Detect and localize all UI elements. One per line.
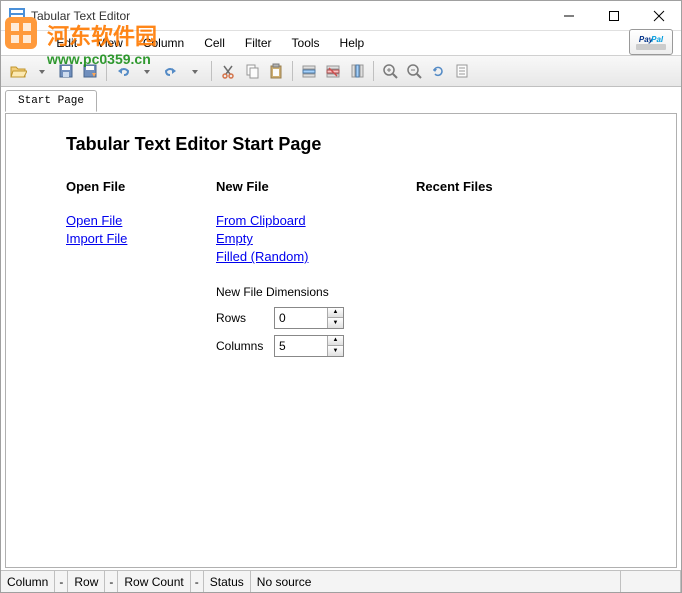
menu-help[interactable]: Help — [330, 33, 375, 53]
status-rowcount-label: Row Count — [118, 571, 190, 592]
cut-icon[interactable] — [217, 60, 239, 82]
empty-link[interactable]: Empty — [216, 230, 416, 248]
save-icon[interactable] — [55, 60, 77, 82]
menu-edit[interactable]: Edit — [46, 33, 87, 53]
filled-random-link[interactable]: Filled (Random) — [216, 248, 416, 266]
rows-spinner[interactable]: ▲ ▼ — [274, 307, 344, 329]
tab-strip: Start Page — [1, 87, 681, 111]
menubar: File Edit View Column Cell Filter Tools … — [1, 31, 681, 55]
rows-down-button[interactable]: ▼ — [328, 318, 343, 328]
window-controls — [546, 1, 681, 30]
undo-icon[interactable] — [112, 60, 134, 82]
zoom-in-icon[interactable] — [379, 60, 401, 82]
columns-label: Columns — [216, 339, 274, 353]
rows-label: Rows — [216, 311, 274, 325]
menu-file[interactable]: File — [7, 33, 46, 53]
app-icon — [9, 8, 25, 24]
toolbar — [1, 55, 681, 87]
open-file-section: Open File Open File Import File — [66, 179, 216, 363]
redo-icon[interactable] — [160, 60, 182, 82]
rows-input[interactable] — [275, 308, 327, 328]
paste-icon[interactable] — [265, 60, 287, 82]
open-file-link[interactable]: Open File — [66, 212, 216, 230]
columns-up-button[interactable]: ▲ — [328, 336, 343, 347]
statusbar: Column - Row - Row Count - Status No sou… — [1, 570, 681, 592]
status-right-pad — [621, 571, 681, 592]
status-column-label: Column — [1, 571, 55, 592]
refresh-icon[interactable] — [427, 60, 449, 82]
filter-tool-icon[interactable] — [451, 60, 473, 82]
status-rowcount-value: - — [191, 571, 204, 592]
row-delete-icon[interactable] — [322, 60, 344, 82]
toolbar-separator — [211, 61, 212, 81]
paypal-button[interactable]: PayPal — [629, 29, 673, 55]
menu-view[interactable]: View — [87, 33, 133, 53]
zoom-out-icon[interactable] — [403, 60, 425, 82]
dimensions-label: New File Dimensions — [216, 285, 416, 299]
column-tool-icon[interactable] — [346, 60, 368, 82]
open-file-title: Open File — [66, 179, 216, 194]
row-insert-icon[interactable] — [298, 60, 320, 82]
import-file-link[interactable]: Import File — [66, 230, 216, 248]
toolbar-separator — [373, 61, 374, 81]
recent-files-section: Recent Files — [416, 179, 566, 363]
menu-cell[interactable]: Cell — [194, 33, 235, 53]
page-heading: Tabular Text Editor Start Page — [66, 134, 616, 155]
toolbar-separator — [106, 61, 107, 81]
open-icon[interactable] — [7, 60, 29, 82]
status-source: No source — [251, 571, 621, 592]
open-dropdown-icon[interactable] — [31, 60, 53, 82]
recent-files-title: Recent Files — [416, 179, 566, 194]
rows-up-button[interactable]: ▲ — [328, 308, 343, 319]
saveas-icon[interactable] — [79, 60, 101, 82]
menu-filter[interactable]: Filter — [235, 33, 282, 53]
status-column-value: - — [55, 571, 68, 592]
new-file-section: New File From Clipboard Empty Filled (Ra… — [216, 179, 416, 363]
menu-tools[interactable]: Tools — [282, 33, 330, 53]
titlebar: Tabular Text Editor — [1, 1, 681, 31]
status-row-value: - — [105, 571, 118, 592]
undo-dropdown-icon[interactable] — [136, 60, 158, 82]
redo-dropdown-icon[interactable] — [184, 60, 206, 82]
close-button[interactable] — [636, 1, 681, 30]
window-title: Tabular Text Editor — [31, 9, 546, 23]
columns-down-button[interactable]: ▼ — [328, 346, 343, 356]
status-row-label: Row — [68, 571, 105, 592]
menu-column[interactable]: Column — [133, 33, 194, 53]
copy-icon[interactable] — [241, 60, 263, 82]
from-clipboard-link[interactable]: From Clipboard — [216, 212, 416, 230]
start-page-content: Tabular Text Editor Start Page Open File… — [5, 113, 677, 568]
minimize-button[interactable] — [546, 1, 591, 30]
tab-start-page[interactable]: Start Page — [5, 90, 97, 112]
toolbar-separator — [292, 61, 293, 81]
new-file-title: New File — [216, 179, 416, 194]
columns-input[interactable] — [275, 336, 327, 356]
columns-spinner[interactable]: ▲ ▼ — [274, 335, 344, 357]
maximize-button[interactable] — [591, 1, 636, 30]
status-status-label: Status — [204, 571, 251, 592]
